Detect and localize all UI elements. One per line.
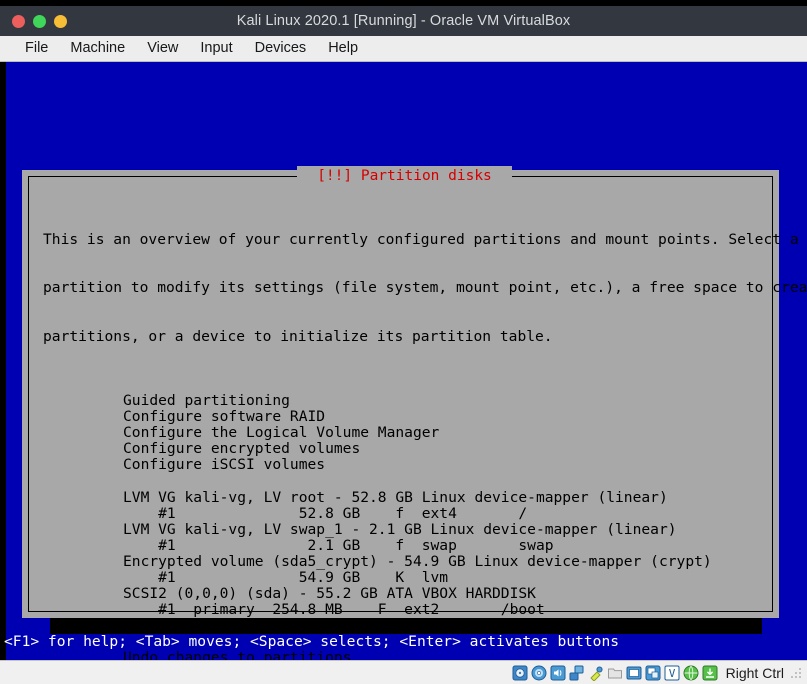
description-line-1: This is an overview of your currently co… <box>43 231 799 249</box>
window-controls <box>12 6 67 36</box>
menu-input[interactable]: Input <box>189 38 243 59</box>
close-button[interactable] <box>12 14 25 28</box>
menu-file[interactable]: File <box>14 38 59 59</box>
partition-disks-dialog: [!!] Partition disks This is an overview… <box>22 166 807 660</box>
partition-row[interactable]: #1 52.8 GB f ext4 / <box>123 505 762 522</box>
partition-row[interactable]: #1 2.1 GB f swap swap <box>123 537 762 554</box>
partition-row[interactable]: #1 primary 254.8 MB F ext2 /boot <box>123 602 762 618</box>
audio-icon[interactable] <box>550 665 566 681</box>
partition-row[interactable]: Encrypted volume (sda5_crypt) - 54.9 GB … <box>123 553 762 570</box>
usb-icon[interactable] <box>588 665 604 681</box>
shared-folders-icon[interactable] <box>607 665 623 681</box>
dialog-frame: [!!] Partition disks This is an overview… <box>28 166 807 660</box>
window-title: Kali Linux 2020.1 [Running] - Oracle VM … <box>236 13 571 29</box>
virtualbox-statusbar: V Right Ctrl <box>0 660 807 684</box>
globe-icon[interactable] <box>683 665 699 681</box>
minimize-button[interactable] <box>33 14 46 28</box>
option-configure-iscsi-volumes[interactable]: Configure iSCSI volumes <box>123 457 762 473</box>
action-options-list: Undo changes to partitions Finish partit… <box>39 650 762 660</box>
option-configure-encrypted-volumes[interactable]: Configure encrypted volumes <box>123 441 762 457</box>
dialog-body: This is an overview of your currently co… <box>29 177 807 660</box>
menubar: File Machine View Input Devices Help <box>0 36 807 62</box>
svg-text:V: V <box>668 667 675 680</box>
partition-row[interactable]: LVM VG kali-vg, LV root - 52.8 GB Linux … <box>123 489 762 506</box>
network-icon[interactable] <box>569 665 585 681</box>
option-configure-lvm[interactable]: Configure the Logical Volume Manager <box>123 425 762 441</box>
description-line-3: partitions, or a device to initialize it… <box>43 327 553 345</box>
menu-devices[interactable]: Devices <box>244 38 318 59</box>
partition-row[interactable]: LVM VG kali-vg, LV swap_1 - 2.1 GB Linux… <box>123 521 762 538</box>
host-key-label: Right Ctrl <box>725 664 784 681</box>
hard-disk-icon[interactable] <box>512 665 528 681</box>
console-help-text: <F1> for help; <Tab> moves; <Space> sele… <box>4 633 620 650</box>
menu-help[interactable]: Help <box>317 38 369 59</box>
remote-desktop-icon[interactable] <box>645 665 661 681</box>
option-guided-partitioning[interactable]: Guided partitioning <box>123 392 762 409</box>
update-icon[interactable] <box>702 665 718 681</box>
configuration-options-list: Guided partitioning Configure software R… <box>39 392 762 473</box>
partition-row[interactable]: #5 logical 55.0 GB K crypto (sda5_crypt) <box>123 618 762 634</box>
description-line-2: partition to modify its settings (file s… <box>43 279 807 297</box>
vm-display[interactable]: [!!] Partition disks This is an overview… <box>0 62 807 660</box>
menu-machine[interactable]: Machine <box>59 38 136 59</box>
partition-table-list: LVM VG kali-vg, LV root - 52.8 GB Linux … <box>39 489 762 635</box>
virtualbox-window: Kali Linux 2020.1 [Running] - Oracle VM … <box>0 0 807 684</box>
display-icon[interactable] <box>626 665 642 681</box>
video-capture-icon[interactable]: V <box>664 665 680 681</box>
action-undo-changes[interactable]: Undo changes to partitions <box>123 650 762 660</box>
maximize-button[interactable] <box>54 14 67 28</box>
resize-grip[interactable] <box>789 666 803 680</box>
option-configure-software-raid[interactable]: Configure software RAID <box>123 409 762 425</box>
display-left-border <box>0 62 6 660</box>
partition-row[interactable]: #1 54.9 GB K lvm <box>123 569 762 586</box>
window-titlebar: Kali Linux 2020.1 [Running] - Oracle VM … <box>0 6 807 36</box>
dialog-description: This is an overview of your currently co… <box>39 200 807 377</box>
optical-disk-icon[interactable] <box>531 665 547 681</box>
partition-row[interactable]: SCSI2 (0,0,0) (sda) - 55.2 GB ATA VBOX H… <box>123 585 762 602</box>
menu-view[interactable]: View <box>136 38 189 59</box>
